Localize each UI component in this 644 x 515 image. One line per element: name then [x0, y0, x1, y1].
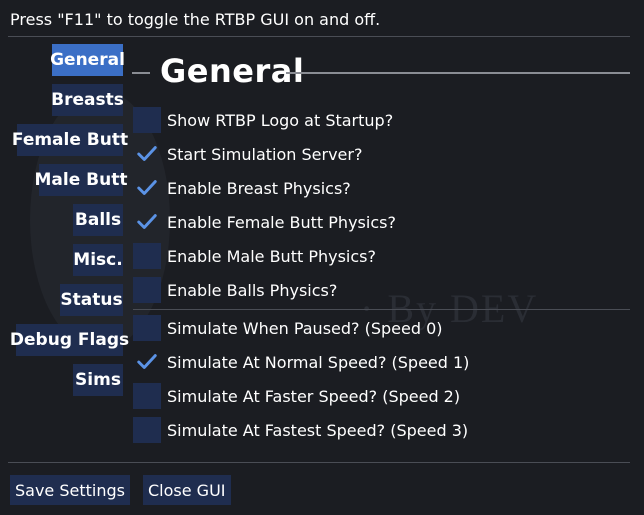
title-rule-left: [132, 72, 150, 74]
nav-debug-flags[interactable]: Debug Flags: [10, 324, 129, 356]
nav-status[interactable]: Status: [60, 284, 123, 316]
option-checkbox[interactable]: [133, 243, 161, 269]
checkmark-icon: [137, 180, 157, 195]
nav-general[interactable]: General: [50, 44, 125, 76]
option-label: Enable Balls Physics?: [167, 280, 338, 300]
option-start-server[interactable]: Start Simulation Server?: [133, 140, 362, 168]
option-show-logo[interactable]: Show RTBP Logo at Startup?: [133, 106, 393, 134]
option-breast-physics[interactable]: Enable Breast Physics?: [133, 174, 351, 202]
option-checkbox[interactable]: [133, 175, 161, 201]
footer-divider: [8, 462, 630, 463]
option-checkbox[interactable]: [133, 141, 161, 167]
option-label: Show RTBP Logo at Startup?: [167, 110, 394, 130]
option-label: Simulate At Faster Speed? (Speed 2): [167, 386, 461, 406]
option-label: Enable Female Butt Physics?: [167, 212, 396, 232]
nav-female-butt[interactable]: Female Butt: [12, 124, 128, 156]
title-rule-right: [286, 72, 630, 74]
option-male-butt-physics[interactable]: Enable Male Butt Physics?: [133, 242, 376, 270]
option-checkbox[interactable]: [133, 107, 161, 133]
option-checkbox[interactable]: [133, 315, 161, 341]
option-speed-2[interactable]: Simulate At Faster Speed? (Speed 2): [133, 382, 460, 410]
checkmark-icon: [137, 354, 157, 369]
option-label: Start Simulation Server?: [167, 144, 363, 164]
nav-misc[interactable]: Misc.: [73, 244, 123, 276]
nav-sims[interactable]: Sims: [73, 364, 123, 396]
nav-breasts[interactable]: Breasts: [51, 84, 124, 116]
option-speed-0[interactable]: Simulate When Paused? (Speed 0): [133, 314, 443, 342]
option-label: Simulate At Fastest Speed? (Speed 3): [167, 420, 469, 440]
options-divider: [133, 309, 630, 310]
nav-balls[interactable]: Balls: [73, 204, 123, 236]
option-label: Simulate When Paused? (Speed 0): [167, 318, 443, 338]
checkmark-icon: [137, 146, 157, 161]
option-checkbox[interactable]: [133, 209, 161, 235]
save-settings-button[interactable]: Save Settings: [10, 475, 130, 505]
option-checkbox[interactable]: [133, 349, 161, 375]
option-checkbox[interactable]: [133, 383, 161, 409]
toggle-hint: Press "F11" to toggle the RTBP GUI on an…: [10, 10, 381, 29]
close-gui-button[interactable]: Close GUI: [143, 475, 231, 505]
option-speed-1[interactable]: Simulate At Normal Speed? (Speed 1): [133, 348, 469, 376]
nav-male-butt[interactable]: Male Butt: [35, 164, 128, 196]
option-balls-physics[interactable]: Enable Balls Physics?: [133, 276, 337, 304]
option-label: Enable Breast Physics?: [167, 178, 351, 198]
option-label: Simulate At Normal Speed? (Speed 1): [167, 352, 470, 372]
option-checkbox[interactable]: [133, 277, 161, 303]
option-speed-3[interactable]: Simulate At Fastest Speed? (Speed 3): [133, 416, 468, 444]
checkmark-icon: [137, 214, 157, 229]
section-title: General: [160, 52, 305, 90]
option-label: Enable Male Butt Physics?: [167, 246, 376, 266]
option-checkbox[interactable]: [133, 417, 161, 443]
hint-divider: [8, 36, 630, 37]
option-female-butt-physics[interactable]: Enable Female Butt Physics?: [133, 208, 396, 236]
